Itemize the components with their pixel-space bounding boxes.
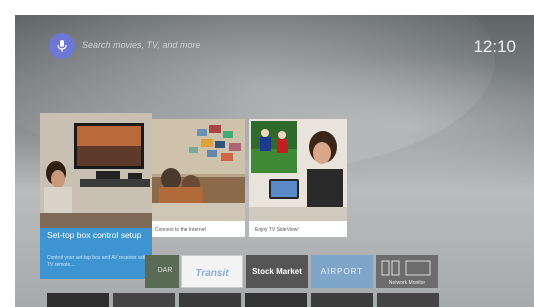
app-tile[interactable] — [377, 293, 439, 307]
monitor-icon — [381, 260, 431, 276]
set-top-box-image — [40, 113, 152, 228]
home-screen: Search movies, TV, and more 12:10 Connec… — [15, 15, 534, 307]
hero-description: Control your set-top box and AV receiver… — [47, 255, 147, 268]
app-tile-label: Stock Market — [252, 267, 302, 276]
card-tv-sideview[interactable]: Enjoy TV SideView! — [249, 119, 347, 237]
app-tile-label: AIRPORT — [320, 267, 364, 276]
search-input[interactable]: Search movies, TV, and more — [82, 40, 200, 50]
card-connect-internet[interactable]: Connect to the Internet — [149, 119, 245, 237]
clock: 12:10 — [473, 37, 516, 56]
app-tile-stock-market[interactable]: Stock Market — [246, 255, 308, 288]
app-tile[interactable] — [245, 293, 307, 307]
app-tile-airport[interactable]: AIRPORT — [311, 255, 373, 288]
app-tile-network-monitor[interactable]: Network Monitor — [376, 255, 438, 288]
connect-internet-image — [149, 119, 245, 221]
card-set-top-box[interactable]: Set-top box control setup Control your s… — [40, 113, 152, 279]
card-caption: Connect to the Internet — [155, 227, 206, 233]
app-tile-transit[interactable]: Transit — [181, 255, 243, 288]
hero-title: Set-top box control setup — [47, 230, 142, 240]
app-tile[interactable] — [311, 293, 373, 307]
app-tile[interactable] — [113, 293, 175, 307]
app-tile-dar[interactable]: DAR — [145, 255, 179, 288]
app-tile[interactable] — [47, 293, 109, 307]
app-tile-label: Transit — [195, 268, 229, 279]
app-tile-label: DAR — [157, 267, 173, 274]
app-tile-label: Network Monitor — [388, 280, 426, 286]
app-tile[interactable] — [179, 293, 241, 307]
card-caption: Enjoy TV SideView! — [255, 227, 299, 233]
voice-search-button[interactable] — [49, 33, 75, 59]
tv-sideview-image — [249, 119, 347, 221]
microphone-icon — [57, 40, 67, 52]
